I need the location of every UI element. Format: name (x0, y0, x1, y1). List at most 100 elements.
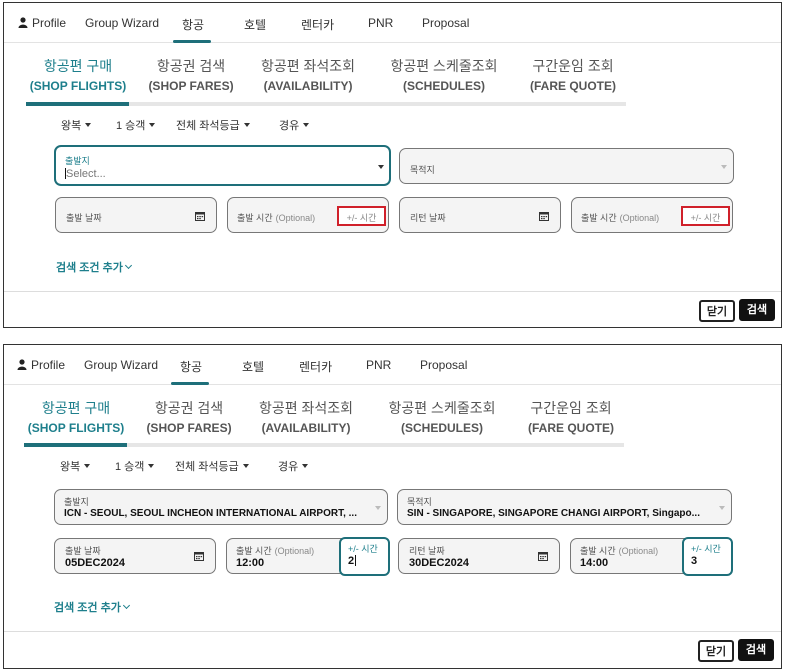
more-conditions-link[interactable]: 검색 조건 추가 (56, 259, 132, 275)
passengers-select[interactable]: 1 승객 (116, 117, 156, 133)
optional-hint: (Optional) (274, 546, 315, 556)
more-conditions-label: 검색 조건 추가 (56, 262, 123, 274)
tab-schedules[interactable]: 항공편 스케줄조회 (SCHEDULES) (383, 57, 505, 95)
person-icon (17, 359, 27, 370)
depart-time-plus-minus[interactable]: +/- 시간 (337, 206, 386, 226)
calendar-icon[interactable] (539, 211, 549, 221)
tab-schedules[interactable]: 항공편 스케줄조회 (SCHEDULES) (381, 399, 503, 437)
plus-minus-label: +/- 시간 (348, 544, 378, 554)
origin-select[interactable]: 출발지 ICN - SEOUL, SEOUL INCHEON INTERNATI… (54, 489, 388, 525)
trip-type-select[interactable]: 왕복 (61, 117, 92, 133)
close-button[interactable]: 닫기 (698, 640, 734, 662)
trip-type-value: 왕복 (60, 461, 81, 473)
nav-pnr[interactable]: PNR (368, 16, 393, 30)
search-button[interactable]: 검색 (739, 299, 775, 321)
caret-down-icon (85, 123, 92, 127)
panel-footer: 닫기 검색 (4, 291, 781, 328)
destination-select[interactable]: 목적지 (399, 148, 734, 184)
nav-group-wizard[interactable]: Group Wizard (84, 358, 158, 372)
nav-profile[interactable]: Profile (18, 16, 66, 30)
flight-search-panel-empty: Profile Group Wizard 항공 호텔 렌터카 PNR Propo… (3, 2, 782, 328)
caret-down-icon (302, 464, 309, 468)
depart-time-field[interactable]: 출발 시간 (Optional) +/- 시간 (227, 197, 389, 233)
tab-availability[interactable]: 항공편 좌석조회 (AVAILABILITY) (252, 399, 360, 437)
cabin-class-select[interactable]: 전체 좌석등급 (175, 458, 249, 474)
nav-flights[interactable]: 항공 (180, 358, 202, 375)
trip-type-select[interactable]: 왕복 (60, 458, 91, 474)
tab-label-en: (SHOP FARES) (146, 421, 232, 435)
tab-active-indicator (24, 443, 127, 447)
origin-select[interactable]: 출발지 Select... (54, 145, 391, 186)
stops-value: 경유 (279, 120, 300, 132)
depart-plus-minus-value: 2 (348, 555, 388, 567)
depart-date-field[interactable]: 출발 날짜 (55, 197, 217, 233)
person-icon (18, 17, 28, 28)
tab-label-ko: 항공편 좌석조회 (258, 400, 354, 416)
return-time-plus-minus[interactable]: +/- 시간 3 (682, 537, 733, 576)
tab-fare-quote[interactable]: 구간운임 조회 (FARE QUOTE) (523, 57, 623, 95)
tab-shop-flights[interactable]: 항공편 구매 (SHOP FLIGHTS) (26, 399, 126, 437)
origin-input[interactable]: Select... (64, 168, 106, 180)
tab-label-en: (SCHEDULES) (402, 79, 485, 93)
tab-shop-fares[interactable]: 항공권 검색 (SHOP FARES) (143, 57, 239, 95)
calendar-icon[interactable] (195, 211, 205, 221)
stops-select[interactable]: 경유 (278, 458, 309, 474)
stops-select[interactable]: 경유 (279, 117, 310, 133)
return-time-label-text: 출발 시간 (581, 213, 617, 223)
tab-fare-quote[interactable]: 구간운임 조회 (FARE QUOTE) (521, 399, 621, 437)
trip-type-value: 왕복 (61, 120, 82, 132)
return-time-field[interactable]: 출발 시간 (Optional) +/- 시간 (571, 197, 733, 233)
return-date-field[interactable]: 리턴 날짜 (399, 197, 561, 233)
tab-availability[interactable]: 항공편 좌석조회 (AVAILABILITY) (254, 57, 362, 95)
chevron-down-icon (122, 601, 130, 610)
depart-time-label: 출발 시간 (Optional) (237, 211, 315, 224)
return-date-field[interactable]: 리턴 날짜 30DEC2024 (398, 538, 560, 574)
search-button[interactable]: 검색 (738, 639, 774, 661)
passengers-select[interactable]: 1 승객 (115, 458, 155, 474)
return-time-value: 14:00 (580, 557, 609, 569)
tab-label-ko: 항공편 구매 (43, 58, 113, 74)
tab-label-en: (SCHEDULES) (400, 421, 483, 435)
nav-proposal[interactable]: Proposal (420, 358, 467, 372)
return-time-label-text: 출발 시간 (580, 546, 616, 556)
caret-down-icon (148, 464, 155, 468)
return-date-label: 리턴 날짜 (409, 546, 445, 556)
cabin-class-select[interactable]: 전체 좌석등급 (176, 117, 250, 133)
caret-down-icon (243, 123, 250, 127)
nav-hotel[interactable]: 호텔 (242, 358, 264, 375)
nav-hotel[interactable]: 호텔 (244, 16, 266, 33)
top-navigation: Profile Group Wizard 항공 호텔 렌터카 PNR Propo… (4, 345, 781, 385)
tab-shop-flights[interactable]: 항공편 구매 (SHOP FLIGHTS) (28, 57, 128, 95)
tab-label-en: (SHOP FARES) (148, 79, 234, 93)
tab-label-ko: 항공편 스케줄조회 (390, 58, 498, 74)
destination-select[interactable]: 목적지 SIN - SINGAPORE, SINGAPORE CHANGI AI… (397, 489, 732, 525)
more-conditions-link[interactable]: 검색 조건 추가 (54, 599, 130, 615)
depart-plus-minus-number: 2 (348, 555, 355, 567)
origin-placeholder: Select... (66, 168, 106, 180)
nav-flights[interactable]: 항공 (182, 16, 204, 33)
search-type-tabs: 항공편 구매 (SHOP FLIGHTS) 항공권 검색 (SHOP FARES… (4, 51, 781, 109)
nav-profile[interactable]: Profile (17, 358, 65, 372)
depart-time-field[interactable]: 출발 시간 (Optional) 12:00 +/- 시간 2 (226, 537, 390, 576)
origin-value: ICN - SEOUL, SEOUL INCHEON INTERNATIONAL… (64, 508, 357, 519)
optional-hint: (Optional) (619, 213, 660, 223)
calendar-icon[interactable] (194, 551, 204, 561)
nav-group-wizard[interactable]: Group Wizard (85, 16, 159, 30)
tab-label-ko: 항공편 구매 (41, 400, 111, 416)
return-time-plus-minus[interactable]: +/- 시간 (681, 206, 730, 226)
close-button[interactable]: 닫기 (699, 300, 735, 322)
dropdown-caret-icon (375, 506, 381, 510)
tab-shop-fares[interactable]: 항공권 검색 (SHOP FARES) (141, 399, 237, 437)
depart-time-plus-minus[interactable]: +/- 시간 2 (339, 537, 390, 576)
nav-rentacar[interactable]: 렌터카 (301, 16, 334, 33)
depart-date-field[interactable]: 출발 날짜 05DEC2024 (54, 538, 216, 574)
depart-time-label: 출발 시간 (Optional) (236, 544, 314, 557)
nav-rentacar[interactable]: 렌터카 (299, 358, 332, 375)
nav-pnr[interactable]: PNR (366, 358, 391, 372)
plus-minus-label: +/- 시간 (346, 213, 377, 223)
depart-time-label-text: 출발 시간 (236, 546, 272, 556)
return-time-field[interactable]: 출발 시간 (Optional) 14:00 +/- 시간 3 (570, 537, 733, 576)
nav-proposal[interactable]: Proposal (422, 16, 469, 30)
top-navigation: Profile Group Wizard 항공 호텔 렌터카 PNR Propo… (4, 3, 781, 43)
calendar-icon[interactable] (538, 551, 548, 561)
